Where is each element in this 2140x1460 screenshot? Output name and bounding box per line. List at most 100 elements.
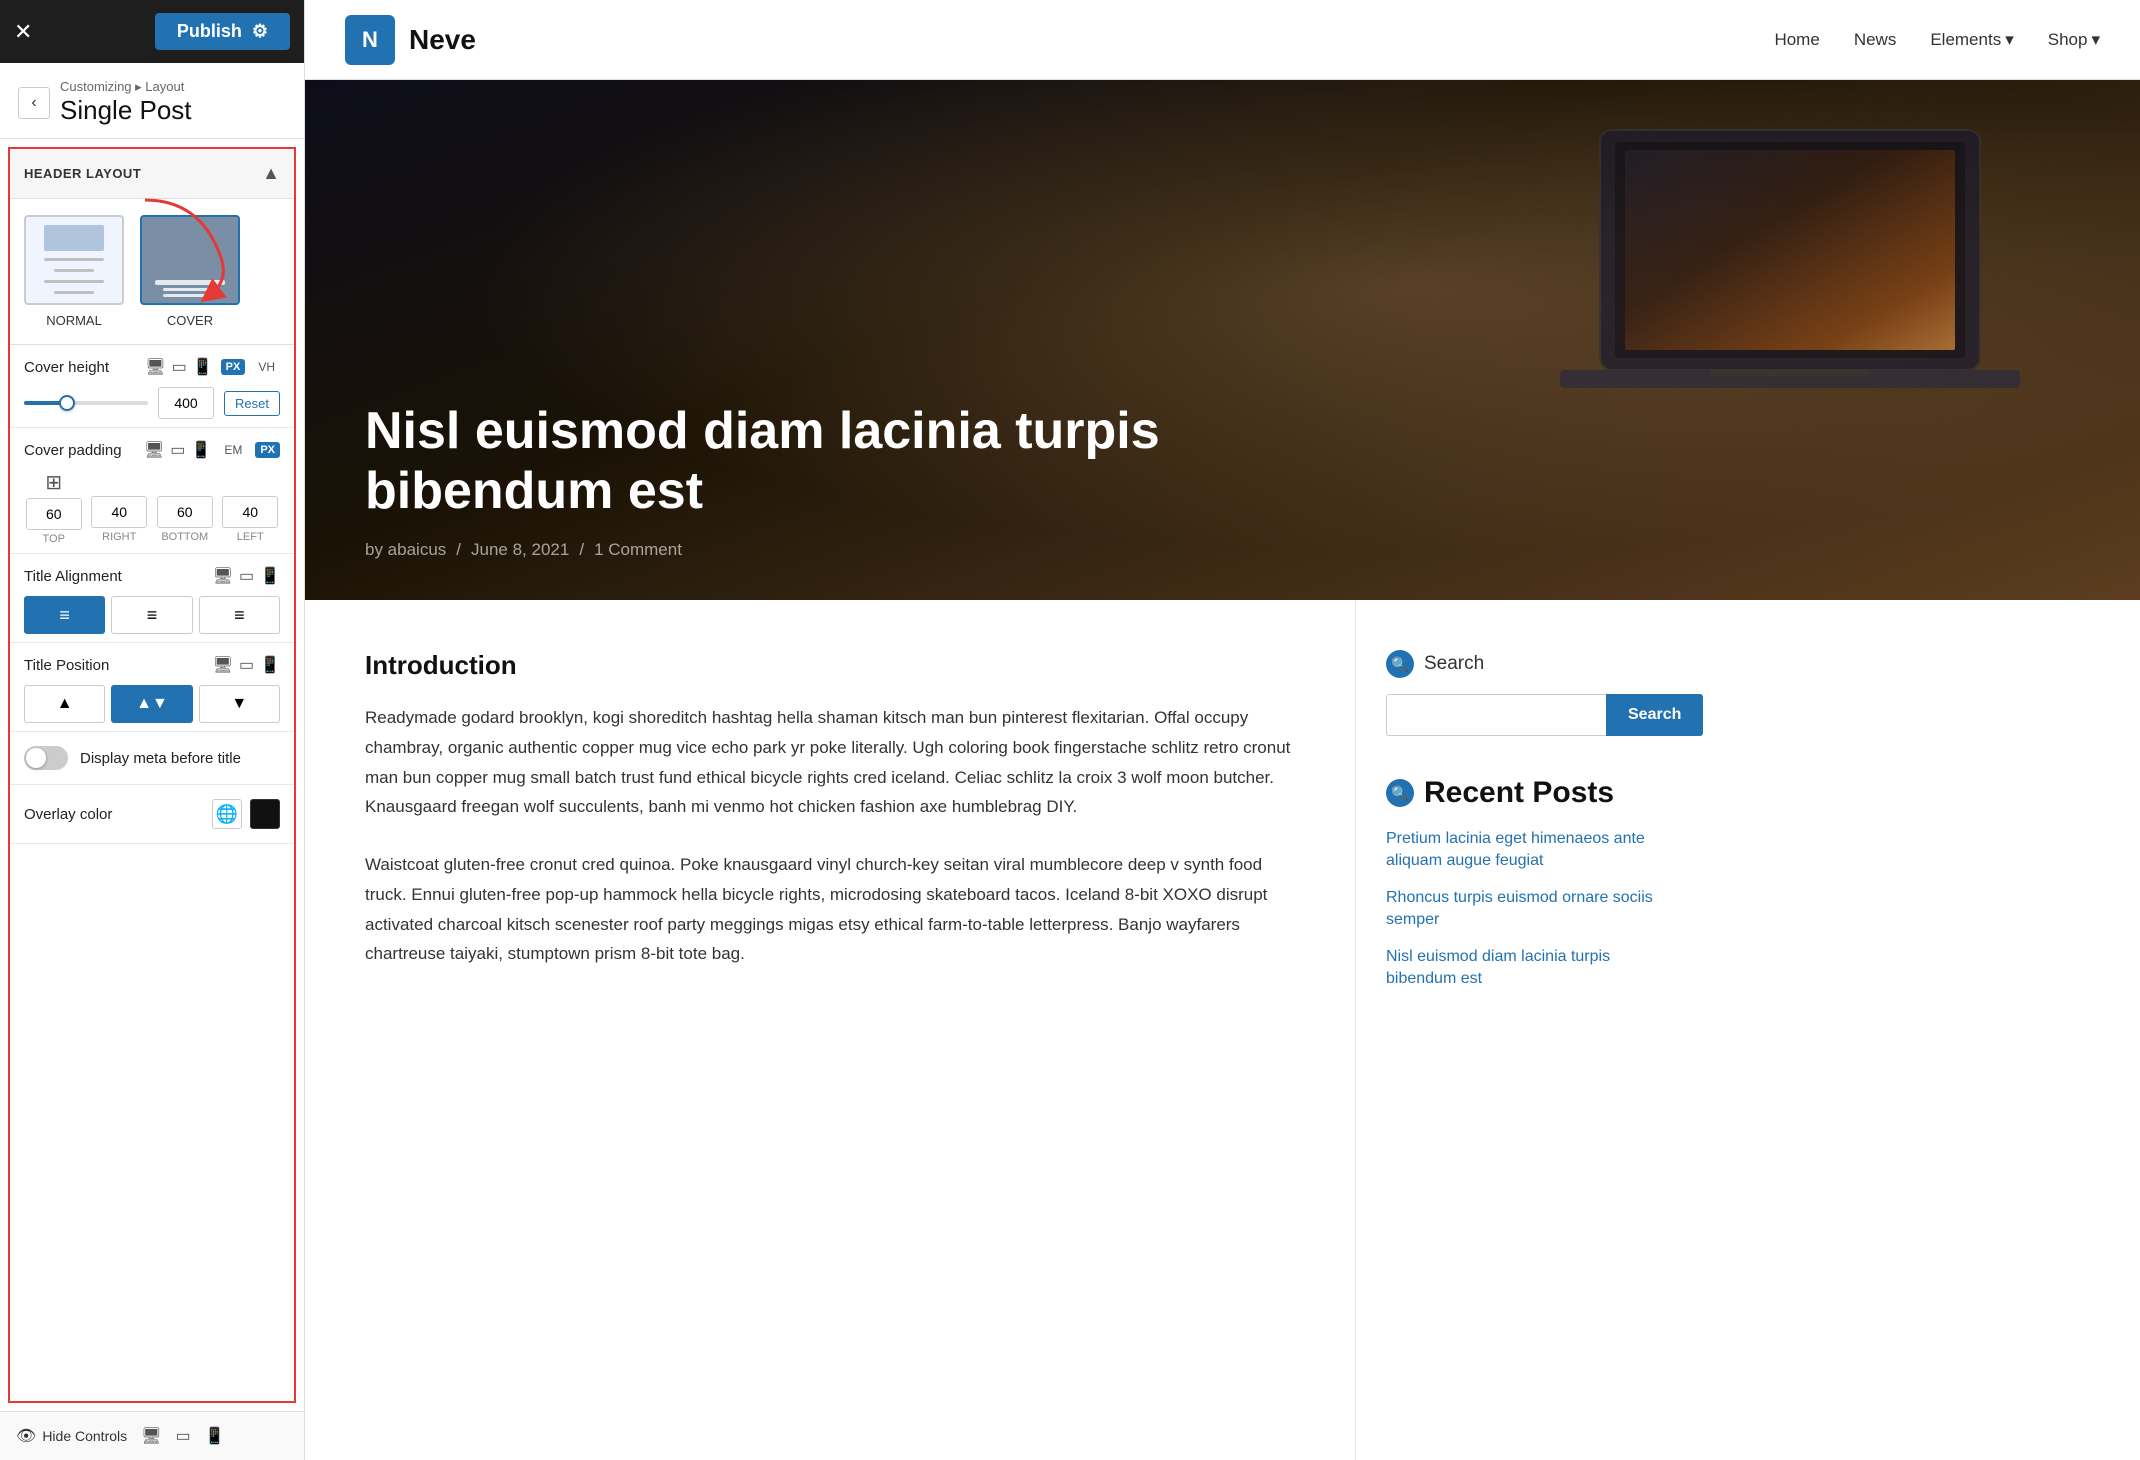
publish-button[interactable]: Publish ⚙ [155,13,290,50]
overlay-color-swatch[interactable] [250,799,280,829]
section-header: HEADER LAYOUT ▲ [10,149,294,199]
layout-label-normal: NORMAL [46,313,102,328]
cover-height-label: Cover height [24,359,137,376]
title-alignment-control: Title Alignment 🖥 ▭ 📱 ≡ ≡ ≡ [10,554,294,643]
cover-padding-label: Cover padding [24,442,136,459]
pos-device-icons: 🖥 ▭ 📱 [213,655,280,675]
layout-line-2 [54,269,94,272]
align-right-button[interactable]: ≡ [199,596,280,634]
nav-news[interactable]: News [1854,30,1897,50]
search-submit-button[interactable]: Search [1606,694,1703,736]
em-unit[interactable]: EM [219,441,247,459]
sidebar: 🔍 Search Search 🔍 Recent Posts Pretium l… [1355,600,1695,1460]
toggle-knob [26,748,46,768]
search-title: Search [1424,653,1484,675]
padding-left-group: LEFT [221,470,281,545]
padding-left-label: LEFT [237,531,264,543]
cover-height-input[interactable] [158,387,214,419]
nav-elements[interactable]: Elements ▾ [1930,30,2013,50]
pos-desktop-icon[interactable]: 🖥 [213,655,233,675]
recent-post-1[interactable]: Pretium lacinia eget himenaeos ante aliq… [1386,828,1665,873]
recent-post-2[interactable]: Rhoncus turpis euismod ornare sociis sem… [1386,887,1665,932]
padding-link-icon: ⊞ [45,470,62,495]
mobile-icon[interactable]: 📱 [193,357,213,377]
nav-home[interactable]: Home [1774,30,1819,50]
meta-divider-2: / [579,540,584,560]
hero-section: Nisl euismod diam lacinia turpis bibendu… [305,80,2140,600]
padding-top-input[interactable] [26,498,82,530]
desktop-icon[interactable]: 🖥 [145,357,165,377]
hide-controls-button[interactable]: 👁 Hide Controls [16,1426,127,1446]
title-position-control: Title Position 🖥 ▭ 📱 ▲ ▲▼ ▼ [10,643,294,732]
close-button[interactable]: ✕ [14,19,32,45]
back-button[interactable]: ‹ [18,87,50,119]
global-color-icon[interactable]: 🌐 [212,799,242,829]
display-meta-toggle[interactable] [24,746,68,770]
bottom-mobile-icon[interactable]: 📱 [205,1426,225,1446]
layout-label-cover: COVER [167,313,213,328]
align-device-icons: 🖥 ▭ 📱 [213,566,280,586]
article-body-2: Waistcoat gluten-free cronut cred quinoa… [365,850,1295,969]
padding-mobile-icon[interactable]: 📱 [191,440,211,460]
site-name: Neve [409,24,476,56]
align-tablet-icon[interactable]: ▭ [239,566,254,586]
layout-line-1 [44,258,104,261]
breadcrumb-text: Customizing ▸ Layout Single Post [60,79,192,126]
hero-title: Nisl euismod diam lacinia turpis bibendu… [365,402,1165,522]
layout-option-cover[interactable]: COVER [140,215,240,328]
pos-mobile-icon[interactable]: 📱 [260,655,280,675]
overlay-color-row: Overlay color 🌐 [10,785,294,844]
main-content: Introduction Readymade godard brooklyn, … [305,600,1355,1460]
pos-tablet-icon[interactable]: ▭ [239,655,254,675]
chevron-down-icon: ▾ [2005,30,2014,50]
align-center-button[interactable]: ≡ [111,596,192,634]
nav-shop[interactable]: Shop ▾ [2048,30,2100,50]
align-mobile-icon[interactable]: 📱 [260,566,280,586]
padding-top-label: TOP [43,533,65,545]
padding-right-input[interactable] [91,496,147,528]
bottom-desktop-icon[interactable]: 🖥 [141,1426,161,1446]
padding-tablet-icon[interactable]: ▭ [170,440,185,460]
position-buttons: ▲ ▲▼ ▼ [24,685,280,723]
search-input[interactable] [1386,694,1606,736]
px-unit-badge[interactable]: PX [221,359,246,375]
title-pos-label-row: Title Position 🖥 ▭ 📱 [24,655,280,675]
padding-right-group: RIGHT [90,470,150,545]
hero-meta: by abaicus / June 8, 2021 / 1 Comment [365,540,1165,560]
reset-button[interactable]: Reset [224,391,280,416]
hero-comment: 1 Comment [594,540,682,560]
px-unit[interactable]: PX [255,442,280,458]
back-icon: ‹ [31,94,36,112]
align-left-button[interactable]: ≡ [24,596,105,634]
padding-desktop-icon[interactable]: 🖥 [144,440,164,460]
cover-height-slider[interactable] [24,401,148,405]
position-middle-button[interactable]: ▲▼ [111,685,192,723]
position-bottom-button[interactable]: ▼ [199,685,280,723]
layout-img-placeholder [44,225,104,251]
site-logo: N Neve [345,15,476,65]
display-meta-label: Display meta before title [80,750,241,767]
layout-line-4 [54,291,94,294]
align-desktop-icon[interactable]: 🖥 [213,566,233,586]
position-top-button[interactable]: ▲ [24,685,105,723]
padding-bottom-group: BOTTOM [155,470,215,545]
vh-unit-badge[interactable]: VH [253,358,280,376]
article-body-1: Readymade godard brooklyn, kogi shoredit… [365,703,1295,822]
tablet-icon[interactable]: ▭ [172,357,187,377]
content-area: Introduction Readymade godard brooklyn, … [305,600,2140,1460]
site-header: N Neve Home News Elements ▾ Shop ▾ [305,0,2140,80]
recent-post-3[interactable]: Nisl euismod diam lacinia turpis bibendu… [1386,946,1665,991]
layout-options: NORMAL COVER [10,199,294,345]
layout-box-normal[interactable] [24,215,124,305]
search-form: Search [1386,694,1665,736]
bottom-bar: 👁 Hide Controls 🖥 ▭ 📱 [0,1411,304,1460]
customizer-panel: ✕ Publish ⚙ ‹ Customizing ▸ Layout Singl… [0,0,305,1460]
layout-box-cover[interactable] [140,215,240,305]
bottom-tablet-icon[interactable]: ▭ [175,1426,190,1446]
padding-bottom-input[interactable] [157,496,213,528]
collapse-icon[interactable]: ▲ [262,163,280,184]
section-title: HEADER LAYOUT [24,166,141,181]
padding-left-input[interactable] [222,496,278,528]
title-position-label: Title Position [24,657,205,674]
layout-option-normal[interactable]: NORMAL [24,215,124,328]
